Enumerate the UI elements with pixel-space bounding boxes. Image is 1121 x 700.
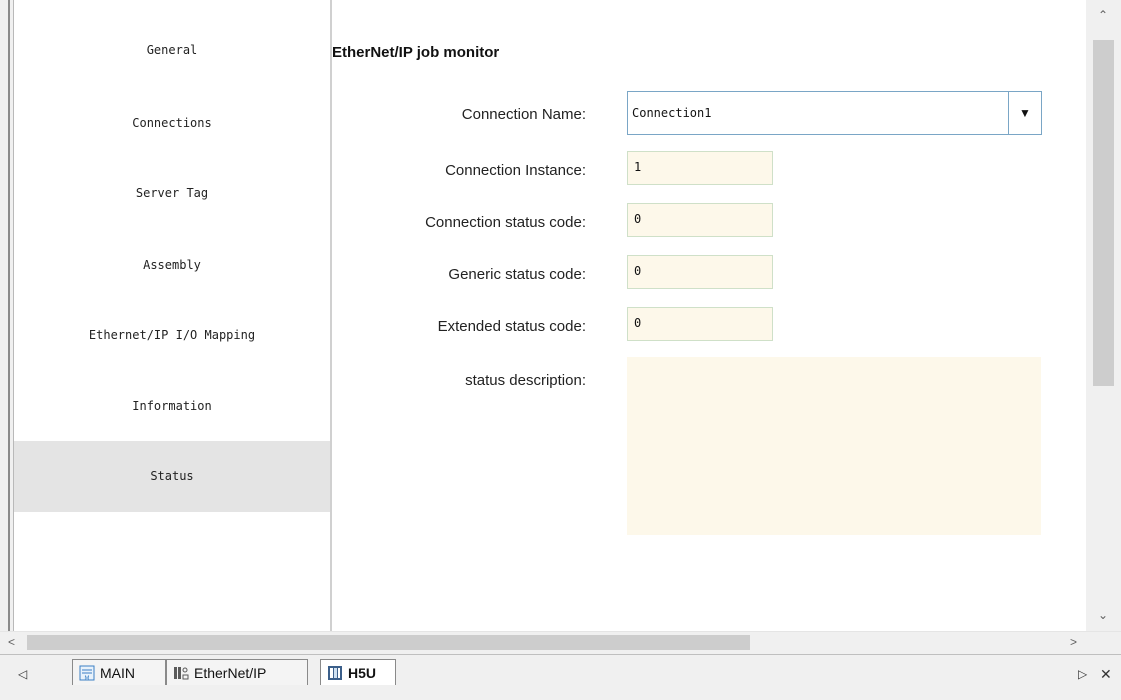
svg-text:M: M — [84, 675, 89, 681]
connection-status-field[interactable]: 0 — [627, 203, 773, 237]
extended-status-label: Extended status code: — [437, 318, 586, 335]
status-panel: EtherNet/IP job monitor Connection Name:… — [332, 0, 1086, 631]
vertical-scrollbar[interactable]: ⌃ ⌄ — [1086, 0, 1121, 631]
horizontal-scroll-thumb[interactable] — [27, 635, 750, 650]
tab-scroll-right-icon[interactable]: ▷ — [1078, 667, 1087, 681]
close-icon[interactable]: ✕ — [1100, 666, 1112, 683]
connection-instance-field[interactable]: 1 — [627, 151, 773, 185]
nav-item-information[interactable]: Information — [14, 394, 330, 418]
nav-item-general[interactable]: General — [14, 38, 330, 62]
scroll-down-icon[interactable]: ⌄ — [1098, 608, 1108, 622]
tab-scroll-left-icon[interactable]: ◁ — [18, 667, 27, 681]
connection-instance-label: Connection Instance: — [445, 162, 586, 179]
extended-status-field[interactable]: 0 — [627, 307, 773, 341]
status-description-label: status description: — [465, 372, 586, 389]
page-title: EtherNet/IP job monitor — [332, 44, 500, 61]
tab-main[interactable]: M MAIN — [72, 659, 166, 685]
connection-name-select[interactable]: Connection1 ▼ — [627, 91, 1042, 135]
tab-h5u[interactable]: H5U — [320, 659, 396, 685]
generic-status-label: Generic status code: — [448, 266, 586, 283]
document-tab-bar: ◁ M MAIN EtherNet/IP H5U ▷ ✕ — [0, 654, 1121, 700]
dropdown-button[interactable]: ▼ — [1008, 92, 1041, 134]
vertical-scroll-thumb[interactable] — [1093, 40, 1114, 386]
settings-nav: General Connections Server Tag Assembly … — [14, 0, 332, 631]
status-description-field[interactable] — [627, 357, 1041, 535]
connection-status-label: Connection status code: — [425, 214, 586, 231]
scroll-right-icon[interactable]: > — [1070, 635, 1077, 649]
chevron-down-icon: ▼ — [1019, 106, 1031, 120]
tab-ethernet-ip[interactable]: EtherNet/IP — [166, 659, 308, 685]
nav-item-server-tag[interactable]: Server Tag — [14, 181, 330, 205]
splitter-line — [8, 0, 10, 631]
ladder-icon: M — [79, 665, 95, 682]
tab-ethernet-ip-label: EtherNet/IP — [194, 664, 267, 681]
generic-status-field[interactable]: 0 — [627, 255, 773, 289]
nav-item-io-mapping[interactable]: Ethernet/IP I/O Mapping — [14, 323, 330, 347]
horizontal-scrollbar[interactable]: < > — [0, 631, 1121, 654]
left-frame — [0, 0, 14, 631]
nav-item-status[interactable]: Status — [14, 441, 330, 512]
scroll-left-icon[interactable]: < — [8, 635, 15, 649]
connection-name-value: Connection1 — [632, 106, 712, 120]
nav-item-connections[interactable]: Connections — [14, 111, 330, 135]
nav-item-assembly[interactable]: Assembly — [14, 253, 330, 277]
plc-icon — [327, 665, 343, 681]
scroll-up-icon[interactable]: ⌃ — [1098, 8, 1108, 22]
connection-name-label: Connection Name: — [461, 106, 586, 123]
tab-main-label: MAIN — [100, 664, 135, 681]
tab-h5u-label: H5U — [348, 664, 377, 681]
network-icon — [173, 665, 189, 681]
